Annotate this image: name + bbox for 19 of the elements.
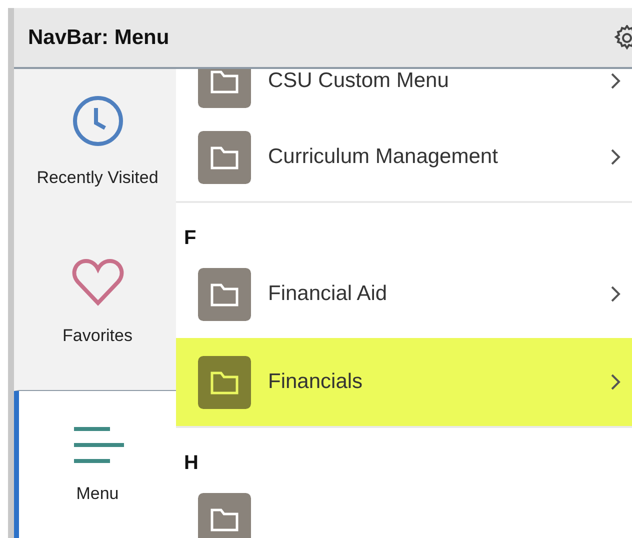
- chevron-icon: [610, 285, 622, 303]
- chevron-icon: [610, 373, 622, 391]
- folder-link[interactable]: CSU Custom Menu: [176, 69, 632, 113]
- folder-link[interactable]: Curriculum Management: [176, 113, 632, 201]
- chevron-icon: [610, 148, 622, 166]
- folder-icon: [198, 130, 251, 184]
- section-letter: F: [183, 226, 198, 250]
- section-letter: H: [183, 451, 200, 475]
- clock-icon: [70, 94, 124, 148]
- header-title: NavBar: Menu: [28, 26, 170, 50]
- chevron-icon: [610, 72, 622, 90]
- folder-icon: [198, 69, 251, 108]
- folder-icon: [198, 356, 251, 408]
- sidebar-item[interactable]: Menu: [14, 391, 176, 538]
- menu-icon: [72, 426, 124, 464]
- folder-icon: [198, 268, 251, 320]
- folder-link[interactable]: Financial Aid: [176, 250, 632, 338]
- folder-link[interactable]: Financials: [176, 338, 632, 426]
- heart-icon: [70, 258, 124, 306]
